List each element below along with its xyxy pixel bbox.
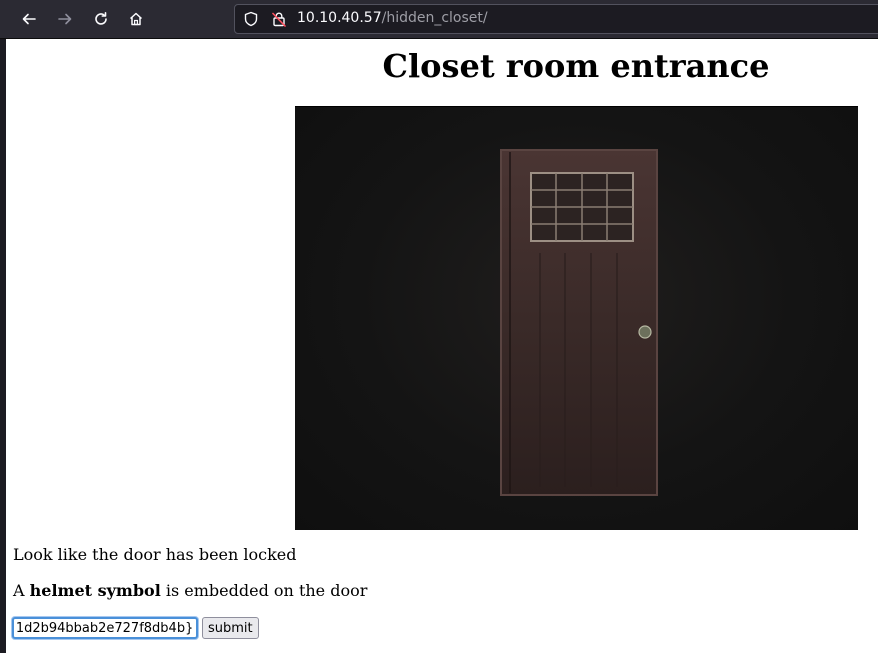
forward-button[interactable] bbox=[51, 5, 79, 33]
tracking-shield-icon[interactable] bbox=[243, 11, 259, 27]
door-illustration bbox=[500, 149, 658, 496]
hint-prefix: A bbox=[13, 581, 30, 600]
code-form: submit bbox=[12, 617, 259, 639]
url-path: /hidden_closet/ bbox=[381, 10, 488, 26]
forward-arrow-icon bbox=[58, 13, 72, 25]
url-text[interactable]: 10.10.40.57/hidden_closet/ bbox=[297, 10, 488, 26]
back-button[interactable] bbox=[15, 5, 43, 33]
url-host: 10.10.40.57 bbox=[297, 10, 382, 26]
home-icon bbox=[129, 12, 143, 26]
reload-button[interactable] bbox=[87, 5, 115, 33]
helmet-hint-message: A helmet symbol is embedded on the door bbox=[13, 581, 367, 600]
url-bar[interactable]: 10.10.40.57/hidden_closet/ bbox=[234, 4, 878, 34]
hint-bold-text: helmet symbol bbox=[29, 581, 161, 600]
code-input[interactable] bbox=[12, 617, 198, 639]
browser-toolbar: 10.10.40.57/hidden_closet/ bbox=[0, 0, 878, 39]
door-image bbox=[295, 106, 858, 530]
door-locked-message: Look like the door has been locked bbox=[13, 545, 297, 564]
home-button[interactable] bbox=[122, 5, 150, 33]
hint-suffix: is embedded on the door bbox=[160, 581, 368, 600]
page-content: Closet room entrance Look like the door … bbox=[6, 39, 878, 653]
reload-icon bbox=[95, 12, 107, 25]
submit-button[interactable]: submit bbox=[202, 617, 259, 639]
insecure-lock-icon[interactable] bbox=[271, 11, 287, 27]
page-title: Closet room entrance bbox=[382, 47, 770, 85]
back-arrow-icon bbox=[22, 13, 36, 25]
